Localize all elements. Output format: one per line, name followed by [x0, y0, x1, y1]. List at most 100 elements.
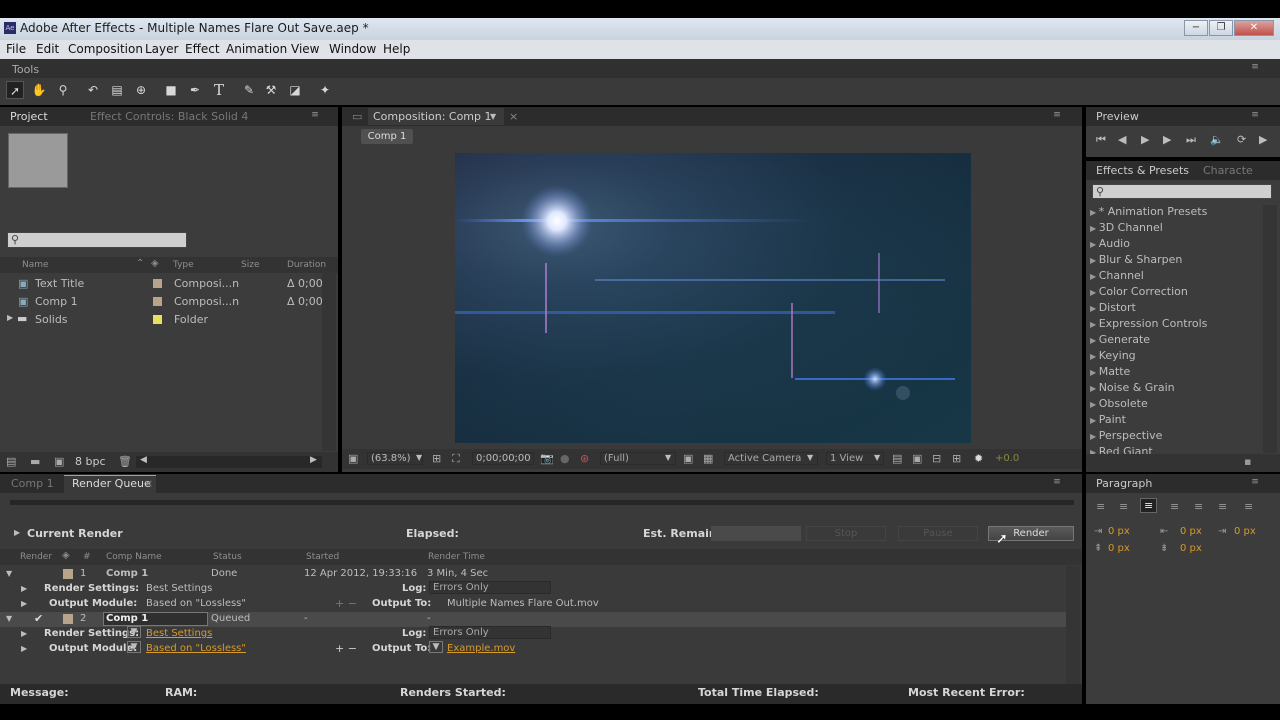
pan-behind-tool-icon[interactable]: ⊕: [132, 81, 150, 99]
brush-tool-icon[interactable]: ✎: [240, 81, 258, 99]
tab-effects-presets[interactable]: Effects & Presets: [1096, 164, 1189, 177]
play-icon[interactable]: ▶: [1141, 133, 1149, 146]
chevron-down-icon[interactable]: ▼: [807, 453, 813, 462]
output-module-link[interactable]: Based on "Lossless": [146, 643, 246, 654]
timeline-icon[interactable]: ⊟: [932, 452, 941, 465]
sort-icon[interactable]: ⌃: [136, 258, 144, 269]
justify-center-icon[interactable]: ≡: [1194, 500, 1203, 513]
panel-menu-icon[interactable]: ≡: [308, 110, 322, 120]
camera-tool-icon[interactable]: ▤: [108, 81, 126, 99]
menu-effect[interactable]: Effect: [185, 42, 220, 56]
col-size[interactable]: Size: [241, 260, 259, 270]
align-right-icon[interactable]: ≡: [1140, 498, 1158, 513]
col-render[interactable]: Render: [20, 552, 52, 562]
stop-button[interactable]: Stop: [806, 526, 886, 541]
bpc-button[interactable]: 8 bpc: [75, 455, 106, 468]
close-tab-icon[interactable]: ×: [144, 477, 153, 490]
project-search-input[interactable]: ⚲: [7, 232, 187, 248]
col-status[interactable]: Status: [213, 552, 242, 562]
tab-effect-controls[interactable]: Effect Controls: Black Solid 4: [90, 110, 248, 123]
list-item[interactable]: ▶ Perspective: [1090, 429, 1162, 442]
rectangle-tool-icon[interactable]: ■: [162, 81, 180, 99]
clone-stamp-tool-icon[interactable]: ⚒: [262, 81, 280, 99]
render-settings-link[interactable]: Best Settings: [146, 628, 212, 639]
list-item[interactable]: ▶ Keying: [1090, 349, 1136, 362]
add-output-icon[interactable]: + −: [335, 642, 357, 655]
col-number[interactable]: #: [83, 552, 91, 562]
col-duration[interactable]: Duration: [287, 260, 326, 270]
chevron-down-icon[interactable]: ▼: [127, 641, 141, 653]
horizontal-scrollbar[interactable]: [136, 456, 322, 468]
col-render-time[interactable]: Render Time: [428, 552, 485, 562]
previous-frame-icon[interactable]: ◀: [1118, 133, 1126, 146]
tab-paragraph[interactable]: Paragraph: [1096, 477, 1152, 490]
resolution-icon[interactable]: ⊞: [432, 452, 441, 465]
expand-arrow-icon[interactable]: ▼: [6, 614, 12, 623]
pause-button[interactable]: Pause: [898, 526, 978, 541]
always-preview-icon[interactable]: ▣: [348, 452, 358, 465]
col-name[interactable]: Name: [22, 260, 49, 270]
scrollbar[interactable]: [1263, 205, 1277, 453]
panel-menu-icon[interactable]: ≡: [1248, 477, 1262, 487]
expand-arrow-icon[interactable]: ▼: [6, 569, 12, 578]
justify-left-icon[interactable]: ≡: [1170, 500, 1179, 513]
expand-arrow-icon[interactable]: ▶: [21, 629, 27, 638]
ram-preview-icon[interactable]: ▶: [1259, 133, 1267, 146]
list-item[interactable]: ▶ Channel: [1090, 269, 1144, 282]
menu-composition[interactable]: Composition: [68, 42, 143, 56]
tab-comp1[interactable]: Comp 1: [11, 477, 54, 490]
list-item[interactable]: ▶ Noise & Grain: [1090, 381, 1175, 394]
space-before-value[interactable]: 0 px: [1108, 543, 1130, 554]
output-to-value[interactable]: Multiple Names Flare Out.mov: [447, 598, 599, 609]
new-folder-icon[interactable]: ▬: [30, 455, 40, 468]
render-settings-value[interactable]: Best Settings: [146, 583, 212, 594]
list-item[interactable]: ▶ Generate: [1090, 333, 1150, 346]
panel-menu-icon[interactable]: ≡: [1248, 110, 1262, 120]
menu-view[interactable]: View: [291, 42, 319, 56]
chevron-down-icon[interactable]: ▼: [429, 641, 443, 653]
list-item[interactable]: ▶ Color Correction: [1090, 285, 1188, 298]
space-after-value[interactable]: 0 px: [1180, 543, 1202, 554]
chevron-down-icon[interactable]: ▼: [665, 453, 671, 462]
expand-arrow-icon[interactable]: ▶: [21, 644, 27, 653]
new-comp-icon[interactable]: ▣: [54, 455, 64, 468]
chevron-down-icon[interactable]: ▼: [416, 453, 422, 462]
type-tool-icon[interactable]: T: [210, 81, 228, 99]
tab-preview[interactable]: Preview: [1096, 110, 1139, 123]
col-type[interactable]: Type: [173, 260, 194, 270]
panel-menu-icon[interactable]: ≡: [1050, 477, 1064, 487]
minimize-button[interactable]: −: [1184, 20, 1208, 36]
snapshot-icon[interactable]: 📷: [540, 452, 554, 465]
last-frame-icon[interactable]: ⏭: [1186, 133, 1196, 147]
scroll-left-icon[interactable]: ◀: [140, 455, 147, 465]
menu-window[interactable]: Window: [329, 42, 376, 56]
align-left-icon[interactable]: ≡: [1096, 500, 1105, 513]
tab-character[interactable]: Characte: [1203, 164, 1253, 177]
list-item[interactable]: ▶ Obsolete: [1090, 397, 1148, 410]
audio-icon[interactable]: 🔈: [1210, 133, 1224, 146]
menu-layer[interactable]: Layer: [145, 42, 178, 56]
expand-arrow-icon[interactable]: ▶: [21, 584, 27, 593]
hand-tool-icon[interactable]: ✋: [30, 81, 48, 99]
interpret-footage-icon[interactable]: ▤: [6, 455, 16, 468]
region-of-interest-icon[interactable]: ▣: [683, 452, 693, 465]
list-item[interactable]: ▶ Blur & Sharpen: [1090, 253, 1182, 266]
menu-file[interactable]: File: [6, 42, 26, 56]
expand-arrow-icon[interactable]: ▶: [7, 313, 13, 322]
loop-icon[interactable]: ⟳: [1237, 133, 1246, 146]
trash-icon[interactable]: ▪: [1244, 455, 1251, 468]
safe-areas-icon[interactable]: ⛶: [452, 452, 460, 466]
eraser-tool-icon[interactable]: ◪: [286, 81, 304, 99]
fast-previews-icon[interactable]: ▣: [912, 452, 922, 465]
list-item[interactable]: ▶ Matte: [1090, 365, 1130, 378]
item-comp-name[interactable]: Comp 1: [106, 613, 148, 624]
trash-icon[interactable]: 🗑: [118, 455, 132, 468]
first-frame-icon[interactable]: ⏮: [1096, 133, 1106, 147]
justify-all-icon[interactable]: ≡: [1244, 500, 1253, 513]
scroll-right-icon[interactable]: ▶: [310, 455, 317, 465]
scrollbar[interactable]: [322, 273, 336, 451]
exposure-value[interactable]: +0.0: [995, 453, 1019, 464]
composition-viewer[interactable]: [455, 153, 971, 443]
first-line-indent-value[interactable]: 0 px: [1234, 526, 1256, 537]
chevron-down-icon[interactable]: ▼: [874, 453, 880, 462]
